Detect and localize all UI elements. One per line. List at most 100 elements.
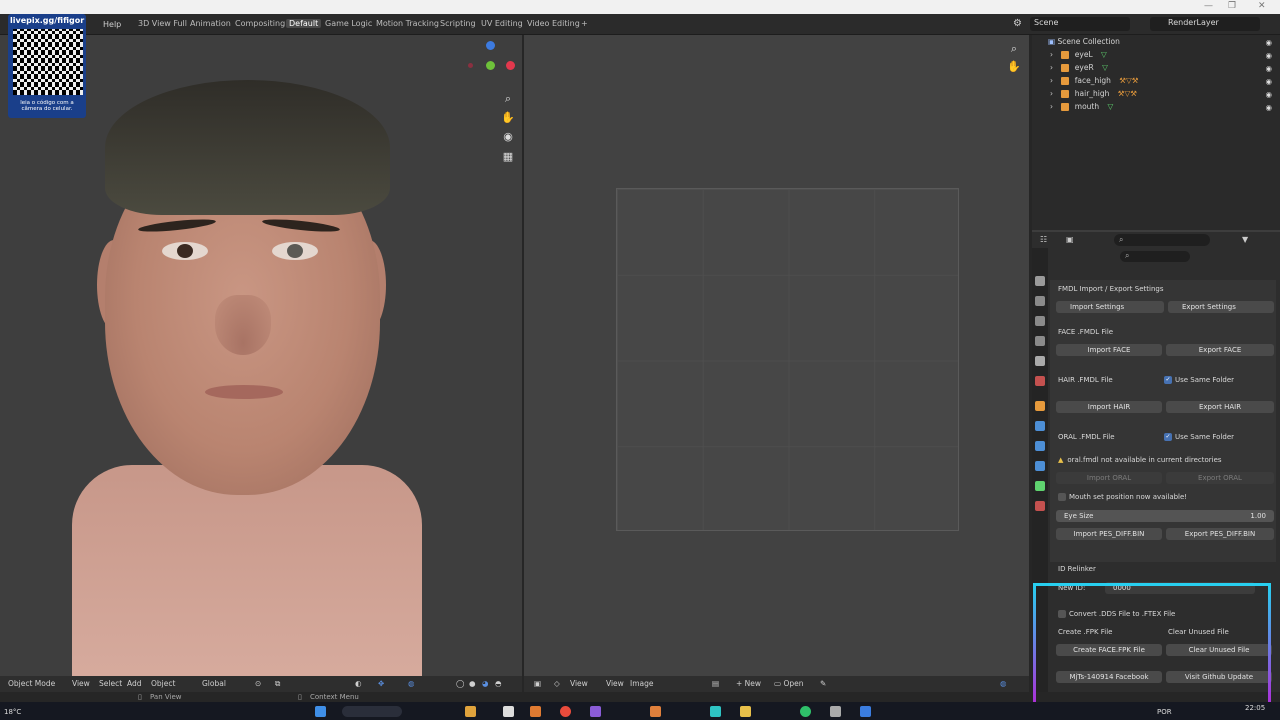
add-workspace-button[interactable]: + (578, 19, 591, 28)
tab-motion-tracking[interactable]: Motion Tracking (373, 19, 442, 28)
menu-help[interactable]: Help (103, 20, 121, 29)
output-tab-icon[interactable] (1035, 316, 1045, 326)
uv-select-mode-icon[interactable]: ◇ (554, 679, 560, 688)
eye-icon[interactable]: ◉ (1265, 103, 1272, 112)
scene-selector[interactable]: Scene (1030, 17, 1130, 31)
menu-object[interactable]: Object (151, 679, 175, 688)
use-same-folder-checkbox-2[interactable]: ✓ Use Same Folder (1164, 433, 1234, 441)
snap-icon[interactable]: ⧉ (275, 679, 280, 689)
export-face-button[interactable]: Export FACE (1166, 344, 1274, 356)
gizmo-z-axis[interactable] (486, 41, 495, 50)
object-tab-icon[interactable] (1035, 401, 1045, 411)
export-pes-diff-button[interactable]: Export PES_DIFF.BIN (1166, 528, 1274, 540)
open-image-button[interactable]: ▭ Open (774, 679, 804, 688)
search-input-2[interactable]: ⌕ (1120, 251, 1190, 262)
import-face-button[interactable]: Import FACE (1056, 344, 1162, 356)
export-settings-dropdown[interactable]: Export Settings (1168, 301, 1274, 313)
modifier-tab-icon[interactable] (1035, 421, 1045, 431)
taskbar-search[interactable] (342, 706, 402, 717)
export-oral-button[interactable]: Export ORAL (1166, 472, 1274, 484)
taskbar-app-icon[interactable] (710, 706, 721, 717)
shading-wireframe-icon[interactable]: ◯ (456, 679, 464, 688)
spotify-icon[interactable] (800, 706, 811, 717)
display-mode-icon[interactable]: ▣ (1066, 235, 1074, 244)
menu-view[interactable]: View (72, 679, 90, 688)
physics-tab-icon[interactable] (1035, 461, 1045, 471)
gizmo-toggle-icon[interactable]: ✥ (378, 679, 384, 688)
import-settings-dropdown[interactable]: Import Settings (1056, 301, 1164, 313)
render-tab-icon[interactable] (1035, 296, 1045, 306)
search-input[interactable]: ⌕ (1114, 234, 1210, 246)
shading-rendered-icon[interactable]: ◓ (495, 679, 502, 688)
maximize-button[interactable]: ❐ (1228, 1, 1236, 11)
eye-icon[interactable]: ◉ (1265, 64, 1272, 73)
uv-menu-view-2[interactable]: View (606, 679, 624, 688)
outliner-item[interactable]: › mouth ▽ ◉ (1032, 102, 1280, 115)
zoom-icon[interactable]: ⌕ (1006, 41, 1022, 57)
properties-editor-type-icon[interactable]: ☷ (1040, 235, 1047, 244)
shading-solid-icon[interactable]: ● (469, 679, 476, 688)
3d-viewport[interactable]: ⌕ ✋ ◉ ▦ (0, 35, 522, 676)
eye-icon[interactable]: ◉ (1265, 38, 1272, 47)
chevron-right-icon[interactable]: › (1050, 76, 1053, 85)
tab-animation[interactable]: Animation (187, 19, 234, 28)
tab-uv-editing[interactable]: UV Editing (478, 19, 526, 28)
uv-menu-view[interactable]: View (570, 679, 588, 688)
editor-type-icon[interactable]: ▣ (534, 679, 541, 688)
eye-icon[interactable]: ◉ (1265, 51, 1272, 60)
uv-overlay-icon[interactable]: ◍ (1000, 679, 1007, 688)
tab-default[interactable]: Default (286, 19, 322, 28)
tab-video-editing[interactable]: Video Editing (524, 19, 583, 28)
zoom-icon[interactable]: ⌕ (500, 91, 516, 107)
outliner[interactable]: ▣ Scene Collection ◉ › eyeL ▽ ◉ › eyeR ▽… (1032, 35, 1280, 230)
material-tab-icon[interactable] (1035, 501, 1045, 511)
windows-start-icon[interactable] (315, 706, 326, 717)
shading-material-icon[interactable]: ◕ (482, 679, 489, 688)
eye-icon[interactable]: ◉ (1265, 77, 1272, 86)
taskbar-app-icon[interactable] (530, 706, 541, 717)
clock[interactable]: 22:05 (1245, 704, 1265, 712)
data-tab-icon[interactable] (1035, 481, 1045, 491)
outliner-item[interactable]: › eyeL ▽ ◉ (1032, 50, 1280, 63)
tab-game-logic[interactable]: Game Logic (322, 19, 375, 28)
export-hair-button[interactable]: Export HAIR (1166, 401, 1274, 413)
eye-icon[interactable]: ◉ (1265, 90, 1272, 99)
pin-icon[interactable]: ✎ (820, 679, 826, 688)
chrome-icon[interactable] (560, 706, 571, 717)
close-button[interactable]: ✕ (1258, 1, 1266, 11)
use-same-folder-checkbox[interactable]: ✓ Use Same Folder (1164, 376, 1234, 384)
grid-icon[interactable]: ▦ (500, 149, 516, 165)
blender-icon[interactable] (650, 706, 661, 717)
tab-3d-view-full[interactable]: 3D View Full (135, 19, 190, 28)
taskbar-app-icon[interactable] (503, 706, 514, 717)
chevron-right-icon[interactable]: › (1050, 50, 1053, 59)
scene-tab-icon[interactable] (1035, 356, 1045, 366)
particles-tab-icon[interactable] (1035, 441, 1045, 451)
taskbar-app-icon[interactable] (590, 706, 601, 717)
language-indicator[interactable]: POR (1157, 708, 1172, 716)
taskbar-app-icon[interactable] (860, 706, 871, 717)
world-tab-icon[interactable] (1035, 376, 1045, 386)
tab-compositing[interactable]: Compositing (232, 19, 288, 28)
outliner-scene-collection[interactable]: ▣ Scene Collection ◉ (1032, 37, 1280, 50)
visibility-icon[interactable]: ◐ (355, 679, 362, 688)
file-explorer-icon[interactable] (740, 706, 751, 717)
object-mode-dropdown[interactable]: Object Mode (8, 679, 55, 688)
hand-icon[interactable]: ✋ (500, 110, 516, 126)
taskbar-app-icon[interactable] (830, 706, 841, 717)
camera-icon[interactable]: ◉ (500, 129, 516, 145)
minimize-button[interactable]: — (1204, 1, 1213, 11)
taskbar-app-icon[interactable] (465, 706, 476, 717)
image-browse-icon[interactable]: ▤ (712, 679, 719, 688)
uv-menu-image[interactable]: Image (630, 679, 654, 688)
overlay-toggle-icon[interactable]: ◍ (408, 679, 415, 688)
tab-scripting[interactable]: Scripting (437, 19, 479, 28)
import-hair-button[interactable]: Import HAIR (1056, 401, 1162, 413)
outliner-item[interactable]: › face_high ⚒▽⚒ ◉ (1032, 76, 1280, 89)
import-pes-diff-button[interactable]: Import PES_DIFF.BIN (1056, 528, 1162, 540)
chevron-right-icon[interactable]: › (1050, 63, 1053, 72)
filter-icon[interactable]: ▼ (1242, 235, 1248, 244)
outliner-item[interactable]: › hair_high ⚒▽⚒ ◉ (1032, 89, 1280, 102)
view-layer-tab-icon[interactable] (1035, 336, 1045, 346)
chevron-right-icon[interactable]: › (1050, 102, 1053, 111)
